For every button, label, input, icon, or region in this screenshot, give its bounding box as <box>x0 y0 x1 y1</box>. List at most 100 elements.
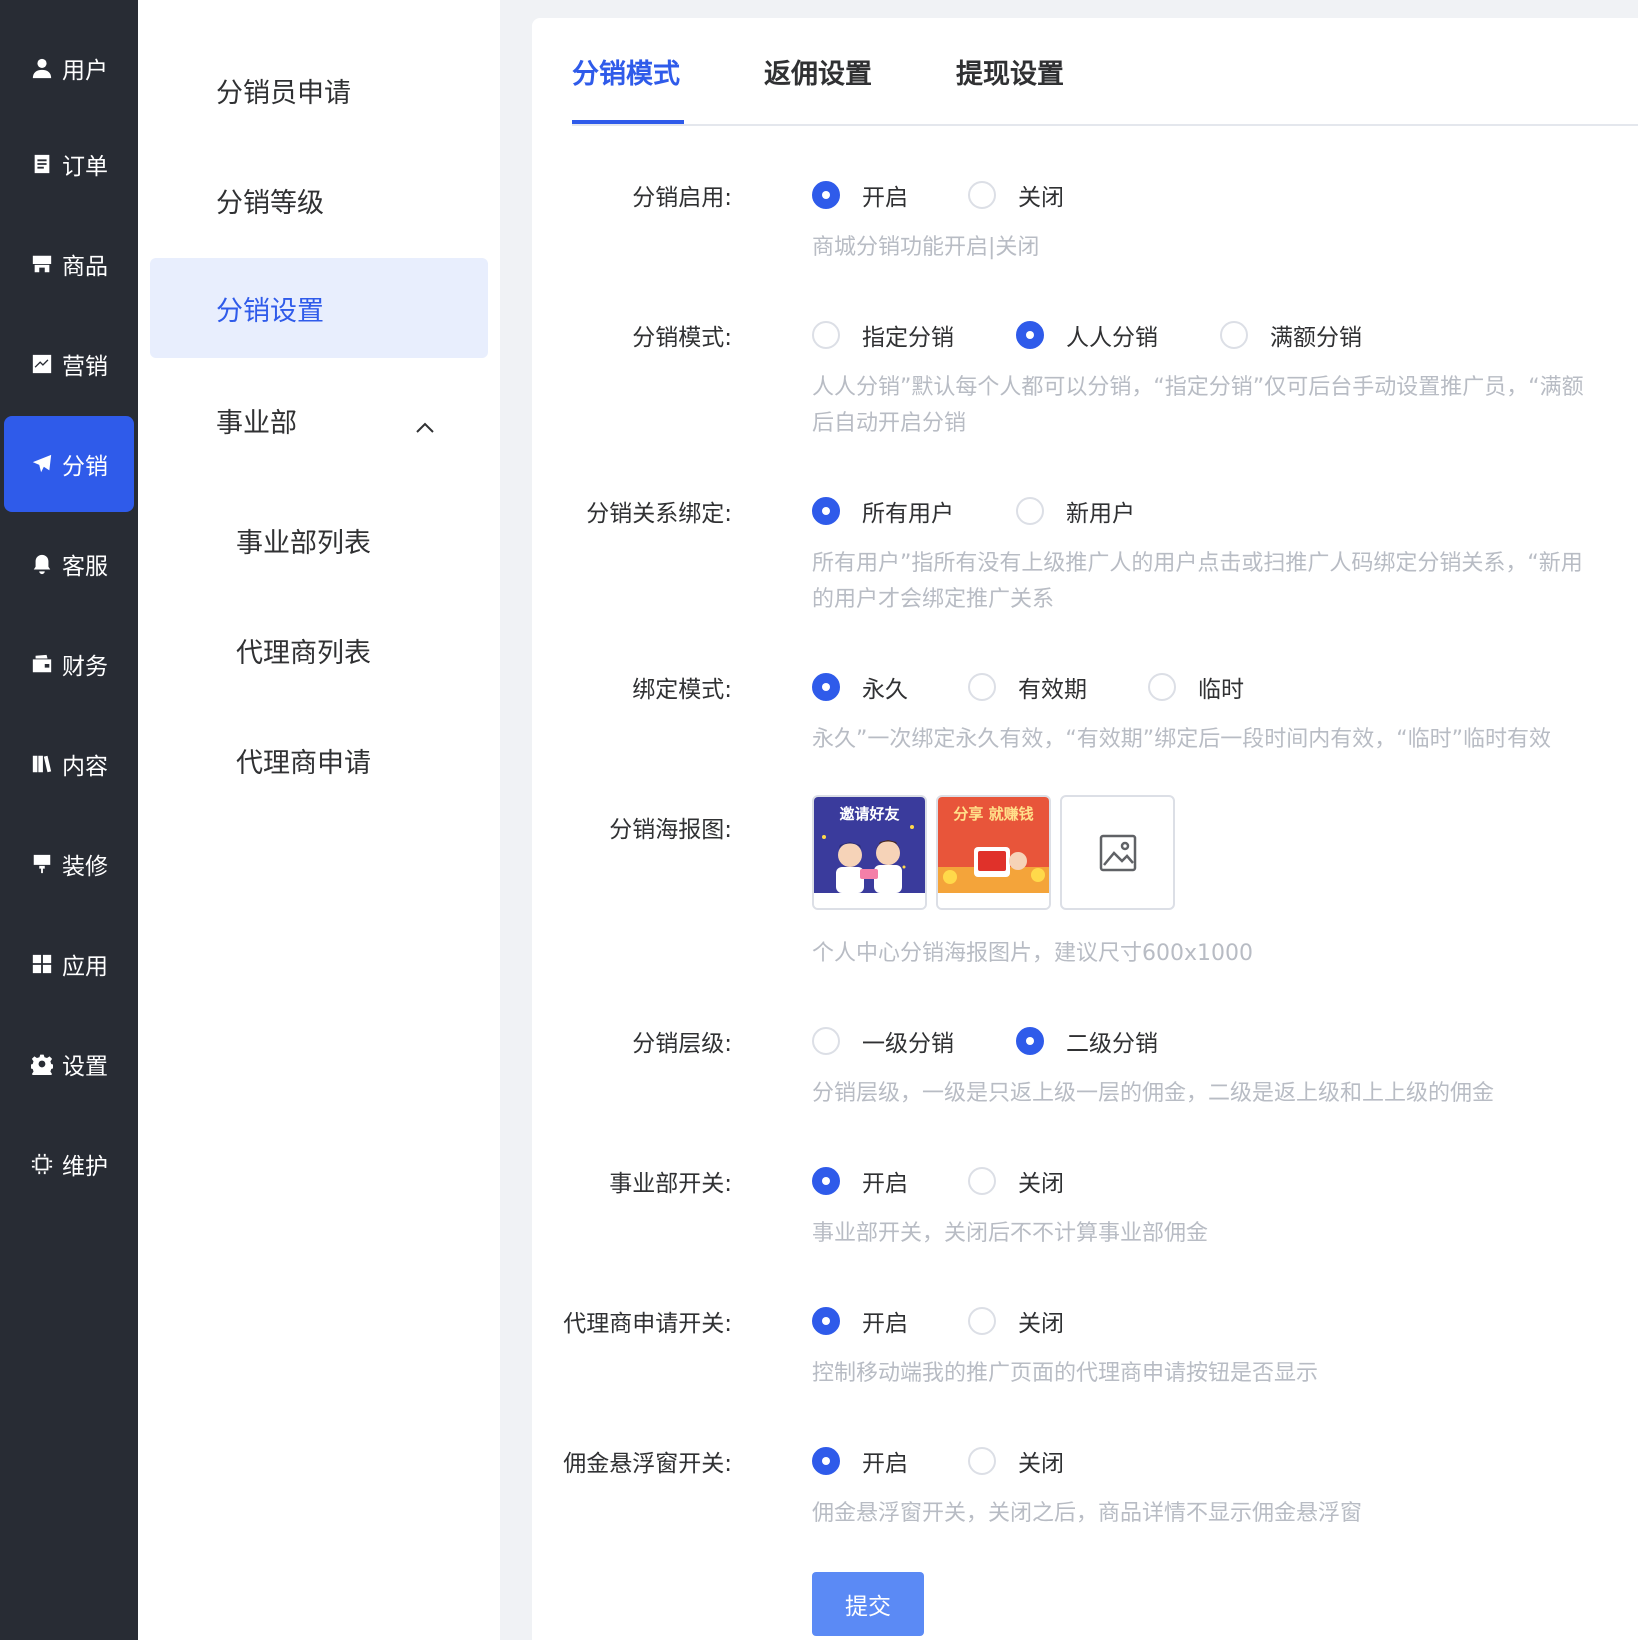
nav-item-apps[interactable]: 应用 <box>4 916 134 1012</box>
bind-mode-permanent-radio[interactable]: 永久 <box>812 670 908 704</box>
division-help: 事业部开关，关闭后不不计算事业部佣金 <box>812 1221 1209 1246</box>
nav-label: 设置 <box>62 1054 108 1080</box>
nav-label: 内容 <box>62 754 108 780</box>
nav-label: 分销 <box>62 454 108 480</box>
radio-dot <box>812 181 840 209</box>
binding-new-radio[interactable]: 新用户 <box>1016 494 1135 528</box>
level-help: 分销层级，一级是只返上级一层的佣金，二级是返上级和上上级的佣金 <box>812 1081 1495 1106</box>
sub-item-agent-apply[interactable]: 代理商申请 <box>150 710 488 810</box>
mode-help-line1: 人人分销”默认每个人都可以分销，“指定分销”仅可后台手动设置推广员，“满额 <box>812 375 1584 400</box>
division-on-radio[interactable]: 开启 <box>812 1164 908 1198</box>
gear-icon <box>30 1052 54 1076</box>
mode-designated-radio[interactable]: 指定分销 <box>812 318 954 352</box>
binding-help-line2: 的用户才会绑定推广关系 <box>812 587 1055 612</box>
nav-item-order[interactable]: 订单 <box>4 116 134 212</box>
enable-on-radio[interactable]: 开启 <box>812 178 908 212</box>
mode-everyone-radio[interactable]: 人人分销 <box>1016 318 1158 352</box>
agent-off-radio[interactable]: 关闭 <box>968 1304 1064 1338</box>
bind-mode-period-radio[interactable]: 有效期 <box>968 670 1087 704</box>
radio-dot <box>968 1307 996 1335</box>
sub-item-label: 事业部列表 <box>236 527 371 559</box>
sub-item-division-list[interactable]: 事业部列表 <box>150 490 488 590</box>
mode-threshold-radio[interactable]: 满额分销 <box>1220 318 1362 352</box>
radio-dot <box>1148 673 1176 701</box>
nav-label: 客服 <box>62 554 108 580</box>
sub-item-label: 代理商列表 <box>236 637 371 669</box>
agent-help: 控制移动端我的推广页面的代理商申请按钮是否显示 <box>812 1361 1319 1386</box>
radio-dot <box>812 497 840 525</box>
bind-mode-help: 永久”一次绑定永久有效，“有效期”绑定后一段时间内有效，“临时”临时有效 <box>812 727 1551 752</box>
radio-dot <box>812 1307 840 1335</box>
poster-help: 个人中心分销海报图片，建议尺寸600x1000 <box>812 941 1254 966</box>
division-off-radio[interactable]: 关闭 <box>968 1164 1064 1198</box>
bind-mode-temp-radio[interactable]: 临时 <box>1148 670 1244 704</box>
submit-button[interactable]: 提交 <box>812 1572 924 1636</box>
nav-label: 财务 <box>62 654 108 680</box>
sub-item-distribution-level[interactable]: 分销等级 <box>150 150 488 250</box>
sub-item-agent-list[interactable]: 代理商列表 <box>150 600 488 700</box>
radio-label: 二级分销 <box>1066 1031 1158 1057</box>
nav-label: 订单 <box>62 154 108 180</box>
nav-item-finance[interactable]: 财务 <box>4 616 134 712</box>
nav-item-user[interactable]: 用户 <box>4 20 134 116</box>
sub-item-distributor-apply[interactable]: 分销员申请 <box>150 40 488 140</box>
level-two-radio[interactable]: 二级分销 <box>1016 1024 1158 1058</box>
nav-item-maintain[interactable]: 维护 <box>4 1116 134 1212</box>
mode-label: 分销模式: <box>632 325 732 351</box>
poster-invite-friends[interactable]: 邀请好友 <box>812 795 927 910</box>
radio-label: 关闭 <box>1018 1171 1064 1197</box>
nav-item-service[interactable]: 客服 <box>4 516 134 612</box>
sub-item-division[interactable]: 事业部 <box>150 370 488 470</box>
poster-footer <box>938 893 1049 908</box>
binding-label: 分销关系绑定: <box>586 501 732 527</box>
nav-item-goods[interactable]: 商品 <box>4 216 134 312</box>
tab-withdraw-settings[interactable]: 提现设置 <box>956 52 1064 91</box>
sub-item-label: 代理商申请 <box>236 747 371 779</box>
nav-item-content[interactable]: 内容 <box>4 716 134 812</box>
radio-label: 开启 <box>862 1171 908 1197</box>
poster-art: 邀请好友 <box>814 797 925 893</box>
float-off-radio[interactable]: 关闭 <box>968 1444 1064 1478</box>
radio-label: 关闭 <box>1018 185 1064 211</box>
nav-label: 商品 <box>62 254 108 280</box>
chart-icon <box>30 352 54 376</box>
radio-label: 有效期 <box>1018 677 1087 703</box>
bell-icon <box>30 552 54 576</box>
enable-off-radio[interactable]: 关闭 <box>968 178 1064 212</box>
poster-art: 分享 就赚钱 <box>938 797 1049 893</box>
radio-label: 开启 <box>862 1451 908 1477</box>
level-one-radio[interactable]: 一级分销 <box>812 1024 954 1058</box>
main-nav: 用户 订单 商品 营销 分销 客服 财务 内容 装修 应用 设置 维护 <box>0 0 138 1640</box>
sub-item-label: 分销设置 <box>216 295 324 327</box>
radio-dot <box>968 673 996 701</box>
agent-label: 代理商申请开关: <box>563 1311 732 1337</box>
chevron-up-icon <box>416 410 434 433</box>
radio-dot <box>812 673 840 701</box>
binding-all-radio[interactable]: 所有用户 <box>812 494 954 528</box>
poster-share-earn[interactable]: 分享 就赚钱 <box>936 795 1051 910</box>
radio-label: 临时 <box>1198 677 1244 703</box>
nav-item-distribution[interactable]: 分销 <box>4 416 134 512</box>
radio-dot <box>968 1447 996 1475</box>
tab-distribution-mode[interactable]: 分销模式 <box>572 52 680 91</box>
store-icon <box>30 252 54 276</box>
book-icon <box>30 752 54 776</box>
float-on-radio[interactable]: 开启 <box>812 1444 908 1478</box>
sub-item-distribution-settings[interactable]: 分销设置 <box>150 258 488 358</box>
radio-dot <box>1016 497 1044 525</box>
poster-headline: 邀请好友 <box>839 805 900 823</box>
radio-label: 开启 <box>862 185 908 211</box>
nav-item-marketing[interactable]: 营销 <box>4 316 134 412</box>
poster-upload-button[interactable] <box>1060 795 1175 910</box>
nav-item-settings[interactable]: 设置 <box>4 1016 134 1112</box>
nav-label: 维护 <box>62 1154 108 1180</box>
poster-footer <box>814 893 925 908</box>
apps-icon <box>30 952 54 976</box>
tab-commission-settings[interactable]: 返佣设置 <box>764 52 872 91</box>
agent-on-radio[interactable]: 开启 <box>812 1304 908 1338</box>
nav-item-decorate[interactable]: 装修 <box>4 816 134 912</box>
float-help: 佣金悬浮窗开关，关闭之后，商品详情不显示佣金悬浮窗 <box>812 1501 1363 1526</box>
radio-label: 人人分销 <box>1066 325 1158 351</box>
radio-label: 新用户 <box>1066 501 1135 527</box>
radio-dot <box>968 1167 996 1195</box>
